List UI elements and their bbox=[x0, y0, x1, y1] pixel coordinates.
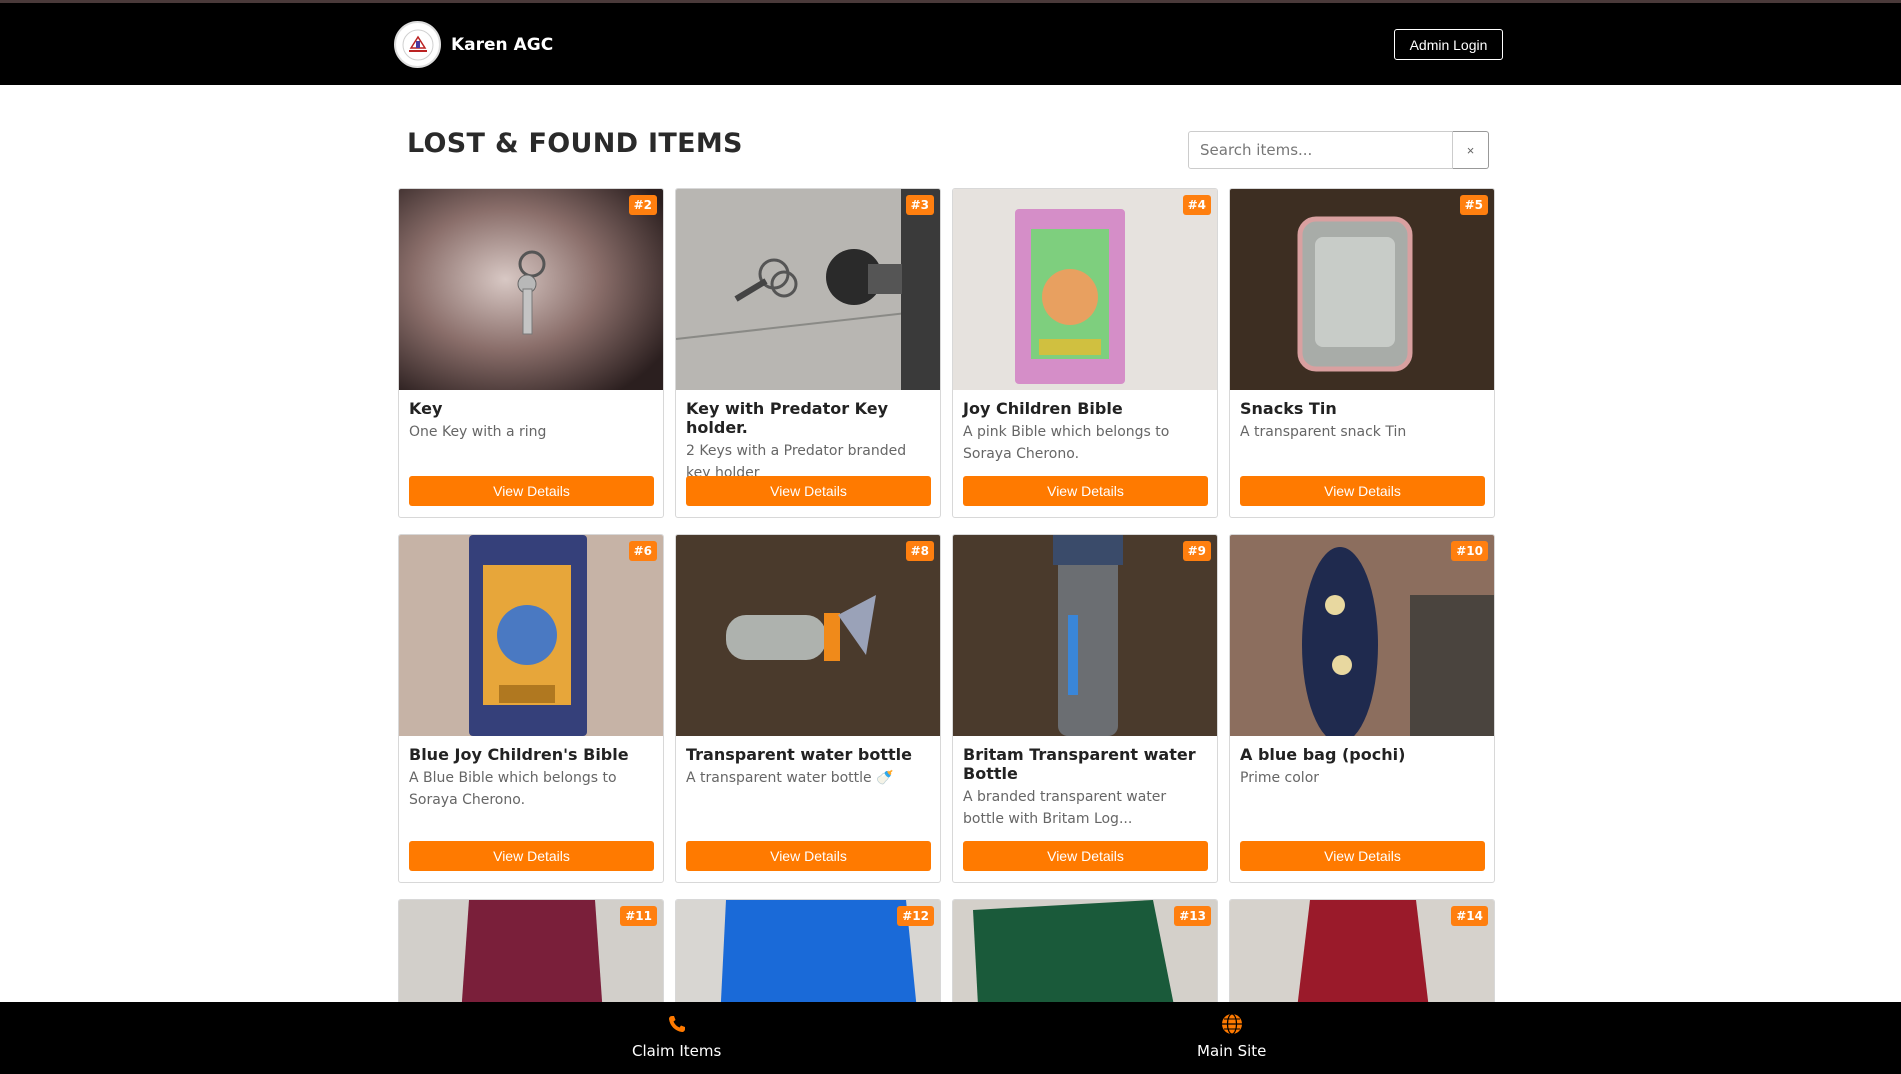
item-number-badge: #10 bbox=[1451, 541, 1488, 561]
item-card: #9 Britam Transparent water Bottle A bra… bbox=[952, 534, 1218, 883]
brand-name: Karen AGC bbox=[451, 34, 554, 55]
item-photo-key[interactable]: #2 bbox=[399, 189, 663, 390]
item-photo-water-bottle[interactable]: #8 bbox=[676, 535, 940, 736]
item-card: #12 bbox=[675, 899, 941, 1009]
search-bar: × bbox=[1188, 131, 1489, 169]
view-details-button[interactable]: View Details bbox=[1240, 476, 1485, 506]
item-title: Britam Transparent water Bottle bbox=[963, 745, 1196, 783]
item-card: #4 Joy Children Bible A pink Bible which… bbox=[952, 188, 1218, 518]
item-card: #3 Key with Predator Key holder. 2 Keys … bbox=[675, 188, 941, 518]
item-title: Snacks Tin bbox=[1240, 399, 1337, 418]
view-details-button[interactable]: View Details bbox=[963, 476, 1208, 506]
search-input[interactable] bbox=[1188, 131, 1453, 169]
phone-icon bbox=[667, 1012, 687, 1036]
item-photo-blue-jacket[interactable]: #12 bbox=[676, 900, 940, 1008]
item-number-badge: #6 bbox=[628, 541, 657, 561]
item-title: Blue Joy Children's Bible bbox=[409, 745, 629, 764]
item-title: Key bbox=[409, 399, 443, 418]
item-number-badge: #4 bbox=[1182, 195, 1211, 215]
claim-items-button[interactable]: Claim Items bbox=[632, 1012, 721, 1060]
item-card: #5 Snacks Tin A transparent snack Tin Vi… bbox=[1229, 188, 1495, 518]
item-title: Joy Children Bible bbox=[963, 399, 1123, 418]
church-logo bbox=[394, 21, 441, 68]
navbar: Karen AGC Admin Login bbox=[0, 3, 1901, 85]
view-details-button[interactable]: View Details bbox=[963, 841, 1208, 871]
item-card: #10 A blue bag (pochi) Prime color View … bbox=[1229, 534, 1495, 883]
brand[interactable]: Karen AGC bbox=[394, 21, 553, 68]
item-photo-maroon-hoodie[interactable]: #11 bbox=[399, 900, 663, 1008]
item-number-badge: #12 bbox=[897, 906, 934, 926]
item-description: A branded transparent water bottle with … bbox=[963, 789, 1167, 827]
view-details-button[interactable]: View Details bbox=[409, 476, 654, 506]
view-details-button[interactable]: View Details bbox=[409, 841, 654, 871]
item-card: #8 Transparent water bottle A transparen… bbox=[675, 534, 941, 883]
item-photo-snacks-tin[interactable]: #5 bbox=[1230, 189, 1494, 390]
item-photo-key-holder[interactable]: #3 bbox=[676, 189, 940, 390]
item-photo-britam-bottle[interactable]: #9 bbox=[953, 535, 1217, 736]
claim-items-label: Claim Items bbox=[632, 1042, 722, 1060]
page-title: LOST & FOUND ITEMS bbox=[407, 128, 743, 159]
clear-search-button[interactable]: × bbox=[1453, 131, 1489, 169]
item-card: #13 bbox=[952, 899, 1218, 1009]
item-photo-green-jacket[interactable]: #13 bbox=[953, 900, 1217, 1008]
item-card: #14 bbox=[1229, 899, 1495, 1009]
item-description: A transparent water bottle 🍼 bbox=[686, 770, 894, 786]
item-description: Prime color bbox=[1240, 770, 1320, 786]
item-description: One Key with a ring bbox=[409, 424, 547, 440]
admin-login-button[interactable]: Admin Login bbox=[1394, 29, 1503, 60]
view-details-button[interactable]: View Details bbox=[686, 476, 931, 506]
item-photo-pink-bible[interactable]: #4 bbox=[953, 189, 1217, 390]
item-card: #6 Blue Joy Children's Bible A Blue Bibl… bbox=[398, 534, 664, 883]
item-number-badge: #13 bbox=[1174, 906, 1211, 926]
item-number-badge: #9 bbox=[1182, 541, 1211, 561]
item-description: A Blue Bible which belongs to Soraya Che… bbox=[409, 770, 617, 808]
item-number-badge: #14 bbox=[1451, 906, 1488, 926]
item-card: #2 Key One Key with a ring View Details bbox=[398, 188, 664, 518]
bottom-nav: Claim Items Main Site bbox=[0, 1002, 1901, 1074]
view-details-button[interactable]: View Details bbox=[1240, 841, 1485, 871]
item-title: Transparent water bottle bbox=[686, 745, 912, 764]
item-title: Key with Predator Key holder. bbox=[686, 399, 889, 437]
item-photo-blue-bag[interactable]: #10 bbox=[1230, 535, 1494, 736]
item-number-badge: #8 bbox=[905, 541, 934, 561]
item-description: A transparent snack Tin bbox=[1240, 424, 1407, 440]
view-details-button[interactable]: View Details bbox=[686, 841, 931, 871]
item-number-badge: #3 bbox=[905, 195, 934, 215]
main-site-label: Main Site bbox=[1197, 1042, 1267, 1060]
item-number-badge: #2 bbox=[628, 195, 657, 215]
globe-icon bbox=[1220, 1012, 1244, 1036]
item-title: A blue bag (pochi) bbox=[1240, 745, 1406, 764]
item-card: #11 bbox=[398, 899, 664, 1009]
item-description: A pink Bible which belongs to Soraya Che… bbox=[963, 424, 1170, 462]
main-site-button[interactable]: Main Site bbox=[1197, 1012, 1266, 1060]
item-number-badge: #5 bbox=[1459, 195, 1488, 215]
item-photo-red-hoodie[interactable]: #14 bbox=[1230, 900, 1494, 1008]
item-number-badge: #11 bbox=[620, 906, 657, 926]
item-photo-blue-bible[interactable]: #6 bbox=[399, 535, 663, 736]
